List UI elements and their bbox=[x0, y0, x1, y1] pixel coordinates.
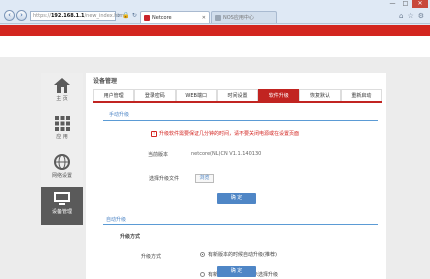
main-panel: 设备管理 用户管理 登录密码 WEB端口 时间设置 软件升级 恢复默认 重新启动… bbox=[86, 73, 386, 279]
warning-icon: ! bbox=[151, 130, 157, 137]
close-window-button[interactable]: ✕ bbox=[412, 0, 428, 8]
home-icon[interactable]: ⌂ bbox=[399, 12, 403, 20]
maximize-button[interactable]: □ bbox=[399, 0, 412, 8]
browser-window: — □ ✕ ‹ › https:// 192.168.1.1 /new_inde… bbox=[0, 0, 430, 279]
sidebar-item-device-management[interactable]: 设备管理 bbox=[41, 187, 83, 225]
refresh-icon[interactable]: ↻ bbox=[132, 12, 137, 20]
minimize-button[interactable]: — bbox=[386, 0, 399, 8]
sidebar-item-home[interactable]: 主 页 bbox=[41, 73, 83, 111]
settings-tabs: 用户管理 登录密码 WEB端口 时间设置 软件升级 恢复默认 重新启动 bbox=[93, 89, 382, 103]
back-button[interactable]: ‹ bbox=[4, 10, 15, 21]
radio-label: 有新版本的时候自动升级(推荐) bbox=[208, 252, 277, 258]
select-file-label: 选择升级文件 bbox=[149, 176, 180, 182]
header-band bbox=[0, 36, 430, 57]
current-version-label: 当前版本 bbox=[148, 152, 169, 158]
auto-confirm-button[interactable]: 确 定 bbox=[217, 266, 256, 277]
close-tab-icon[interactable]: ✕ bbox=[202, 15, 206, 21]
gear-icon[interactable]: ⚙ bbox=[418, 12, 424, 20]
warning-text: 升级软件需要保证几分钟的时间，请不要关闭电源或在设置页面 bbox=[159, 131, 300, 137]
sidebar-item-network[interactable]: 网络设置 bbox=[41, 149, 83, 187]
brand-header-bar bbox=[0, 25, 430, 36]
tab-nos-app-center[interactable]: NOS应用中心 bbox=[211, 11, 277, 23]
window-controls: — □ ✕ bbox=[386, 0, 428, 8]
upgrade-mode-title: 升级方式 bbox=[120, 234, 141, 240]
sidebar-item-label: 应 用 bbox=[56, 134, 68, 140]
section-divider bbox=[103, 120, 378, 121]
browser-tool-icons: ⌂ ☆ ⚙ bbox=[399, 12, 424, 20]
netcore-favicon-icon bbox=[144, 14, 150, 21]
tab-restore-default[interactable]: 恢复默认 bbox=[299, 89, 341, 101]
radio-selected-icon[interactable] bbox=[200, 252, 205, 257]
tab-netcore[interactable]: Netcore ✕ bbox=[140, 11, 210, 23]
tab-label: NOS应用中心 bbox=[223, 15, 254, 21]
address-bar[interactable]: https:// 192.168.1.1 /new_index.htm bbox=[30, 11, 124, 21]
sidebar: 主 页 应 用 网络设置 设备管理 bbox=[41, 73, 83, 228]
page-title: 设备管理 bbox=[93, 78, 118, 85]
apps-grid-icon bbox=[54, 116, 70, 131]
globe-icon bbox=[54, 154, 70, 170]
tab-web-port[interactable]: WEB端口 bbox=[175, 89, 217, 101]
address-protocol: https:// bbox=[33, 13, 51, 19]
search-icon[interactable]: ⌕ bbox=[117, 12, 120, 20]
sidebar-item-label: 网络设置 bbox=[51, 173, 72, 179]
upgrade-warning: ! 升级软件需要保证几分钟的时间，请不要关闭电源或在设置页面 bbox=[151, 130, 299, 137]
tab-software-upgrade[interactable]: 软件升级 bbox=[258, 89, 300, 101]
lock-icon[interactable]: 🔒 bbox=[122, 12, 129, 20]
tab-time-settings[interactable]: 时间设置 bbox=[216, 89, 259, 101]
upgrade-mode-label: 升级方式 bbox=[141, 254, 162, 260]
address-host: 192.168.1.1 bbox=[50, 13, 85, 19]
tab-reboot[interactable]: 重新启动 bbox=[340, 89, 382, 101]
auto-upgrade-title: 自动升级 bbox=[106, 217, 127, 223]
tab-login-password[interactable]: 登录密码 bbox=[134, 89, 176, 101]
current-version-value: netcore(NL)CN V1.1.140130 bbox=[191, 151, 262, 157]
manual-upgrade-title: 手动升级 bbox=[109, 112, 130, 118]
section-divider bbox=[103, 224, 378, 225]
sidebar-item-apps[interactable]: 应 用 bbox=[41, 111, 83, 149]
page-favicon-icon bbox=[215, 14, 221, 21]
favorites-star-icon[interactable]: ☆ bbox=[407, 12, 413, 20]
radio-unselected-icon[interactable] bbox=[200, 272, 205, 277]
browse-button[interactable]: 浏览 bbox=[195, 174, 214, 183]
monitor-icon bbox=[54, 192, 70, 205]
auto-upgrade-radio[interactable]: 有新版本的时候自动升级(推荐) bbox=[200, 251, 277, 258]
sidebar-item-label: 设备管理 bbox=[51, 209, 72, 215]
sidebar-item-label: 主 页 bbox=[56, 96, 68, 102]
address-icons: ⌕ 🔒 ↻ bbox=[117, 12, 137, 20]
router-admin-page: 主 页 应 用 网络设置 设备管理 设备管理 用户管理 登录密码 WEB端口 时… bbox=[0, 25, 430, 279]
tab-user-management[interactable]: 用户管理 bbox=[93, 89, 135, 101]
tab-label: Netcore bbox=[152, 14, 172, 21]
browser-toolbar: ‹ › https:// 192.168.1.1 /new_index.htm … bbox=[0, 8, 430, 24]
forward-button[interactable]: › bbox=[16, 10, 27, 21]
manual-confirm-button[interactable]: 确 定 bbox=[217, 193, 256, 204]
home-icon bbox=[54, 78, 70, 93]
